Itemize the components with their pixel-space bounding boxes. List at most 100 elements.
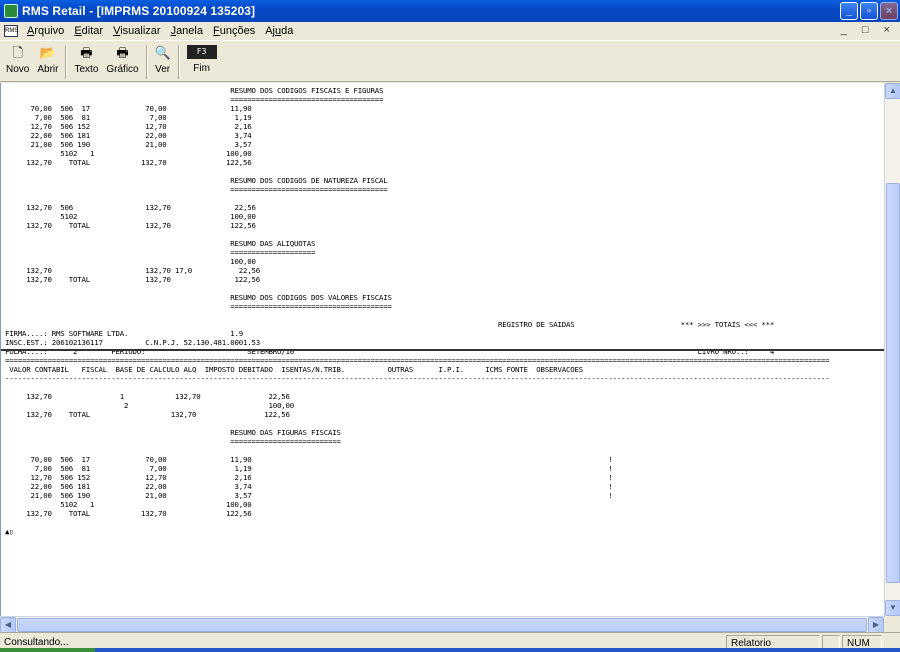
grafico-button[interactable]: 🖶 Gráfico bbox=[102, 43, 142, 81]
report-line: VALOR CONTABIL FISCAL BASE DE CALCULO AL… bbox=[5, 365, 583, 374]
mdi-controls[interactable]: _ □ × bbox=[841, 24, 896, 36]
novo-label: Novo bbox=[6, 64, 30, 75]
report-line: 21,00 506 190 21,00 3,57 bbox=[5, 140, 252, 149]
toolbar-separator bbox=[145, 45, 148, 79]
window-title: RMS Retail - [IMPRMS 20100924 135203] bbox=[22, 4, 256, 18]
report-line: 132,70 TOTAL 132,70 122,56 bbox=[5, 158, 252, 167]
texto-button[interactable]: 🖶 Texto bbox=[70, 43, 102, 81]
grafico-label: Gráfico bbox=[106, 64, 139, 75]
report-line: ==================================== bbox=[5, 95, 384, 104]
report-line: 132,70 TOTAL 132,70 122,56 bbox=[5, 275, 260, 284]
page-break-line bbox=[1, 349, 884, 351]
report-line: RESUMO DAS FIGURAS FISCAIS bbox=[5, 428, 341, 437]
report-line: RESUMO DAS ALIQUOTAS bbox=[5, 239, 316, 248]
new-document-icon: 🗋 bbox=[12, 45, 23, 60]
document-icon[interactable]: RMS bbox=[4, 25, 18, 37]
ver-label: Ver bbox=[155, 64, 171, 75]
report-line: 5102 100,00 bbox=[5, 212, 256, 221]
minimize-button[interactable]: _ bbox=[840, 2, 858, 20]
texto-label: Texto bbox=[74, 64, 99, 75]
report-line: 12,70 506 152 12,70 2,16 ! bbox=[5, 473, 613, 482]
report-line: 12,70 506 152 12,70 2,16 bbox=[5, 122, 252, 131]
report-line: INSC.EST.: 206102136117 C.N.P.J. 52.130.… bbox=[5, 338, 260, 347]
vertical-scrollbar[interactable]: ▲ ▼ bbox=[884, 83, 900, 616]
open-folder-icon: 📂 bbox=[39, 45, 57, 60]
report-line: 22,00 506 181 22,00 3,74 bbox=[5, 131, 252, 140]
menu-visualizar[interactable]: Visualizar bbox=[108, 25, 166, 37]
scroll-down-arrow-icon[interactable]: ▼ bbox=[885, 600, 900, 616]
report-line: FIRMA....: RMS SOFTWARE LTDA. 1.9 bbox=[5, 329, 243, 338]
scroll-left-arrow-icon[interactable]: ◀ bbox=[0, 617, 16, 633]
close-button[interactable]: × bbox=[880, 2, 898, 20]
report-line: ===================================== bbox=[5, 185, 388, 194]
report-text: RESUMO DOS CODIGOS FISCAIS E FIGURAS ===… bbox=[5, 86, 830, 536]
taskbar-edge bbox=[0, 648, 900, 652]
report-line: 132,70 TOTAL 132,70 122,56 bbox=[5, 410, 290, 419]
scrollbar-corner bbox=[884, 616, 900, 632]
report-line: ==================== bbox=[5, 248, 316, 257]
printer-icon: 🖶 bbox=[80, 45, 93, 60]
report-line: 132,70 132,70 17,0 22,56 bbox=[5, 266, 260, 275]
application-window: RMS Retail - [IMPRMS 20100924 135203] _ … bbox=[0, 0, 900, 652]
report-line: 100,00 bbox=[5, 257, 256, 266]
preview-icon: 🔍 bbox=[154, 45, 171, 60]
report-line: 5102 1 100,00 bbox=[5, 500, 252, 509]
report-line bbox=[5, 311, 829, 320]
printer-graphic-icon: 🖶 bbox=[116, 45, 129, 60]
report-line: RESUMO DOS CODIGOS DE NATUREZA FISCAL bbox=[5, 176, 388, 185]
horizontal-scrollbar[interactable]: ◀ ▶ bbox=[0, 616, 884, 633]
report-line bbox=[5, 419, 829, 428]
report-line: RESUMO DOS CODIGOS DOS VALORES FISCAIS bbox=[5, 293, 392, 302]
report-line: 7,00 506 81 7,00 1,19 bbox=[5, 113, 252, 122]
report-line bbox=[5, 194, 829, 203]
report-line: 21,00 506 190 21,00 3,57 ! bbox=[5, 491, 613, 500]
report-line bbox=[5, 230, 829, 239]
report-line bbox=[5, 284, 829, 293]
report-line: REGISTRO DE SAIDAS *** >>> TOTAIS <<< **… bbox=[5, 320, 775, 329]
f3-key-icon: F3 bbox=[186, 45, 217, 59]
report-line: RESUMO DOS CODIGOS FISCAIS E FIGURAS bbox=[5, 86, 384, 95]
report-line: ========================== bbox=[5, 437, 341, 446]
menu-ajuda[interactable]: Ajuda bbox=[260, 25, 298, 37]
menu-funcoes[interactable]: Funções bbox=[208, 25, 260, 37]
report-line bbox=[5, 446, 829, 455]
report-line: 7,00 506 81 7,00 1,19 ! bbox=[5, 464, 613, 473]
menu-arquivo[interactable]: Arquivo bbox=[22, 25, 69, 37]
report-line: 2 100,00 bbox=[5, 401, 294, 410]
window-controls: _ ▫ × bbox=[840, 2, 898, 20]
toolbar-separator bbox=[65, 45, 68, 79]
report-line: 70,00 506 17 70,00 11,90 bbox=[5, 104, 252, 113]
toolbar: 🗋 Novo 📂 Abrir 🖶 Texto 🖶 Gráfico 🔍 Ver F… bbox=[0, 40, 900, 82]
report-line: ▲▯ bbox=[5, 527, 14, 536]
toolbar-separator bbox=[177, 45, 180, 79]
abrir-button[interactable]: 📂 Abrir bbox=[33, 43, 62, 81]
status-message: Consultando... bbox=[4, 637, 69, 648]
horizontal-scroll-thumb[interactable] bbox=[17, 618, 867, 632]
report-line: ----------------------------------------… bbox=[5, 374, 830, 383]
report-line: 132,70 TOTAL 132,70 122,56 bbox=[5, 509, 252, 518]
report-line: 70,00 506 17 70,00 11,90 ! bbox=[5, 455, 613, 464]
report-line bbox=[5, 167, 829, 176]
app-icon bbox=[4, 4, 18, 18]
scroll-up-arrow-icon[interactable]: ▲ bbox=[885, 83, 900, 99]
report-line: ====================================== bbox=[5, 302, 392, 311]
menu-editar[interactable]: Editar bbox=[69, 25, 108, 37]
fim-button[interactable]: F3 Fim bbox=[183, 43, 221, 81]
report-line bbox=[5, 518, 829, 527]
ver-button[interactable]: 🔍 Ver bbox=[151, 43, 175, 81]
title-bar[interactable]: RMS Retail - [IMPRMS 20100924 135203] _ … bbox=[0, 0, 900, 22]
menu-janela[interactable]: Janela bbox=[166, 25, 208, 37]
report-line: 132,70 1 132,70 22,56 bbox=[5, 392, 290, 401]
vertical-scroll-thumb[interactable] bbox=[886, 183, 900, 583]
abrir-label: Abrir bbox=[37, 64, 59, 75]
menu-bar: RMS Arquivo Editar Visualizar Janela Fun… bbox=[0, 22, 900, 40]
novo-button[interactable]: 🗋 Novo bbox=[2, 43, 33, 81]
report-line: 132,70 506 132,70 22,56 bbox=[5, 203, 256, 212]
report-line bbox=[5, 383, 829, 392]
report-line: 22,00 506 181 22,00 3,74 ! bbox=[5, 482, 613, 491]
scroll-right-arrow-icon[interactable]: ▶ bbox=[868, 617, 884, 633]
fim-label: Fim bbox=[193, 63, 210, 74]
report-line: 5102 1 100,00 bbox=[5, 149, 252, 158]
maximize-button[interactable]: ▫ bbox=[860, 2, 878, 20]
report-viewer[interactable]: RESUMO DOS CODIGOS FISCAIS E FIGURAS ===… bbox=[0, 83, 884, 616]
